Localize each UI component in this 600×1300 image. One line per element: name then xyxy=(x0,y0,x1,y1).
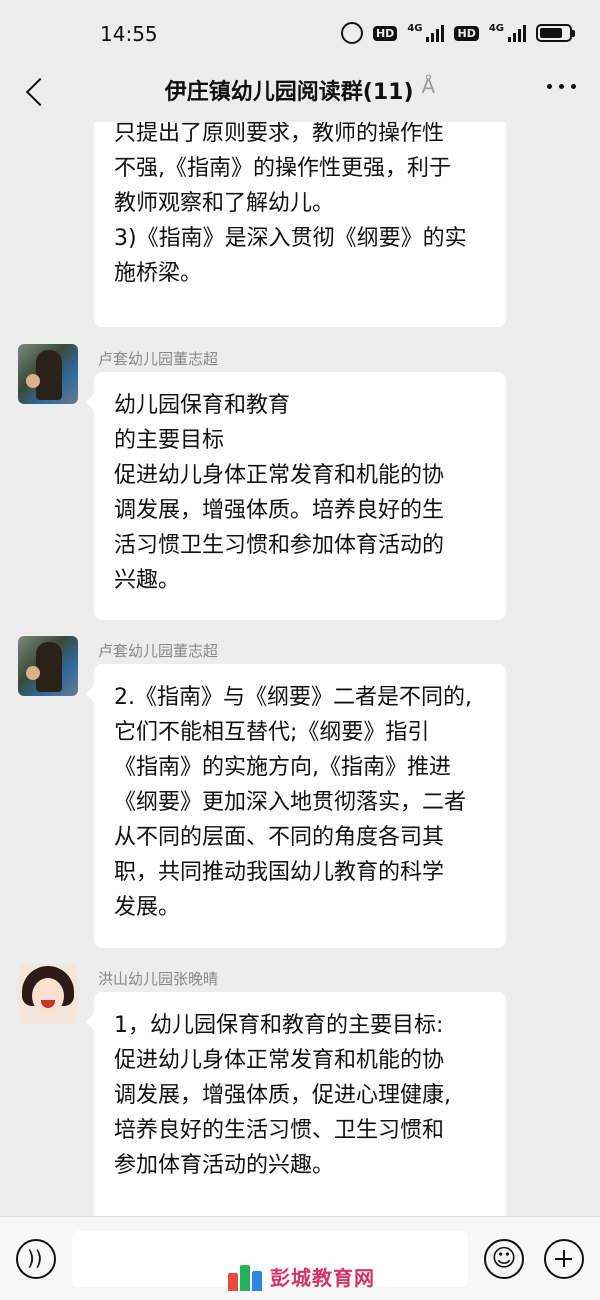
voice-button[interactable]: )) xyxy=(16,1239,56,1279)
message-bubble[interactable]: 2.《指南》与《纲要》二者是不同的, 它们不能相互替代;《纲要》指引 《指南》的… xyxy=(86,664,506,948)
avatar[interactable] xyxy=(18,964,78,1024)
message-line: 促进幼儿身体正常发育和机能的协 xyxy=(114,463,445,488)
message-line: 调发展，增强体质，促进心理健康, xyxy=(114,1083,451,1108)
status-time: 14:55 xyxy=(100,22,158,46)
message-line: 只提出了原则要求，教师的操作性 xyxy=(114,122,445,146)
emoji-icon: ☺ xyxy=(491,1244,517,1272)
message-bubble[interactable]: 1，幼儿园保育和教育的主要目标: 促进幼儿身体正常发育和机能的协 调发展，增强体… xyxy=(86,992,506,1216)
sender-name: 卢套幼儿园董志超 xyxy=(98,350,219,368)
message-line: 职，共同推动我国幼儿教育的科学 xyxy=(114,860,445,885)
watermark: 彭城教育网 xyxy=(228,1262,375,1291)
voice-icon: )) xyxy=(27,1246,43,1270)
message-line: 培养良好的生活习惯、卫生习惯和 xyxy=(114,1118,445,1143)
message-line: 它们不能相互替代;《纲要》指引 xyxy=(114,720,430,745)
message-line: 《指南》的实施方向,《指南》推进 xyxy=(114,755,451,780)
sender-name: 洪山幼儿园张晚晴 xyxy=(98,970,219,988)
avatar[interactable] xyxy=(18,636,78,696)
message-line: 的主要目标 xyxy=(114,428,225,453)
message-line: 参加体育活动的兴趣。 xyxy=(114,1153,335,1178)
plus-button[interactable] xyxy=(544,1239,584,1279)
header: 伊庄镇幼儿园阅读群(11) Å xyxy=(0,74,600,106)
watermark-text: 彭城教育网 xyxy=(270,1266,375,1290)
message-bubble[interactable]: 只提出了原则要求，教师的操作性 不强,《指南》的操作性更强，利于 教师观察和了解… xyxy=(94,122,506,327)
signal-icon xyxy=(426,24,445,42)
status-icons: HD 4G HD 4G xyxy=(340,22,575,44)
alarm-icon xyxy=(340,22,363,44)
message-line: 2.《指南》与《纲要》二者是不同的, xyxy=(114,685,472,710)
emoji-button[interactable]: ☺ xyxy=(484,1239,524,1279)
ear-icon: Å xyxy=(421,74,436,98)
chat-area[interactable]: 只提出了原则要求，教师的操作性 不强,《指南》的操作性更强，利于 教师观察和了解… xyxy=(0,122,600,1216)
message-line: 调发展，增强体质。培养良好的生 xyxy=(114,498,445,523)
signal-icon-2 xyxy=(508,24,526,42)
network-type-2: 4G xyxy=(488,22,504,34)
message-line: 兴趣。 xyxy=(114,568,181,593)
message-line: 3)《指南》是深入贯彻《纲要》的实 xyxy=(114,226,467,251)
message-line: 幼儿园保育和教育 xyxy=(114,393,291,418)
message-line: 发展。 xyxy=(114,895,181,920)
message-line: 1，幼儿园保育和教育的主要目标: xyxy=(114,1013,444,1038)
message-bubble[interactable]: 幼儿园保育和教育 的主要目标 促进幼儿身体正常发育和机能的协 调发展，增强体质。… xyxy=(86,372,506,620)
hd-badge-2: HD xyxy=(454,25,479,41)
message-line: 教师观察和了解幼儿。 xyxy=(114,191,335,216)
sender-name: 卢套幼儿园董志超 xyxy=(98,642,219,660)
avatar[interactable] xyxy=(18,344,78,404)
more-button[interactable] xyxy=(547,84,576,89)
hd-badge: HD xyxy=(372,25,398,41)
nav-bar: 伊庄镇幼儿园阅读群(11) Å xyxy=(0,64,600,122)
message-line: 活习惯卫生习惯和参加体育活动的 xyxy=(114,533,445,558)
books-logo-icon xyxy=(228,1263,264,1291)
battery-icon xyxy=(536,24,575,42)
message-line: 从不同的层面、不同的角度各司其 xyxy=(114,825,445,850)
network-type: 4G xyxy=(407,22,423,34)
message-line: 不强,《指南》的操作性更强，利于 xyxy=(114,156,451,181)
message-line: 促进幼儿身体正常发育和机能的协 xyxy=(114,1048,445,1073)
status-bar: 14:55 HD 4G HD 4G xyxy=(0,0,600,64)
message-line: 《纲要》更加深入地贯彻落实，二者 xyxy=(114,790,467,815)
page-title: 伊庄镇幼儿园阅读群(11) xyxy=(164,80,414,105)
message-line: 施桥梁。 xyxy=(114,261,203,286)
